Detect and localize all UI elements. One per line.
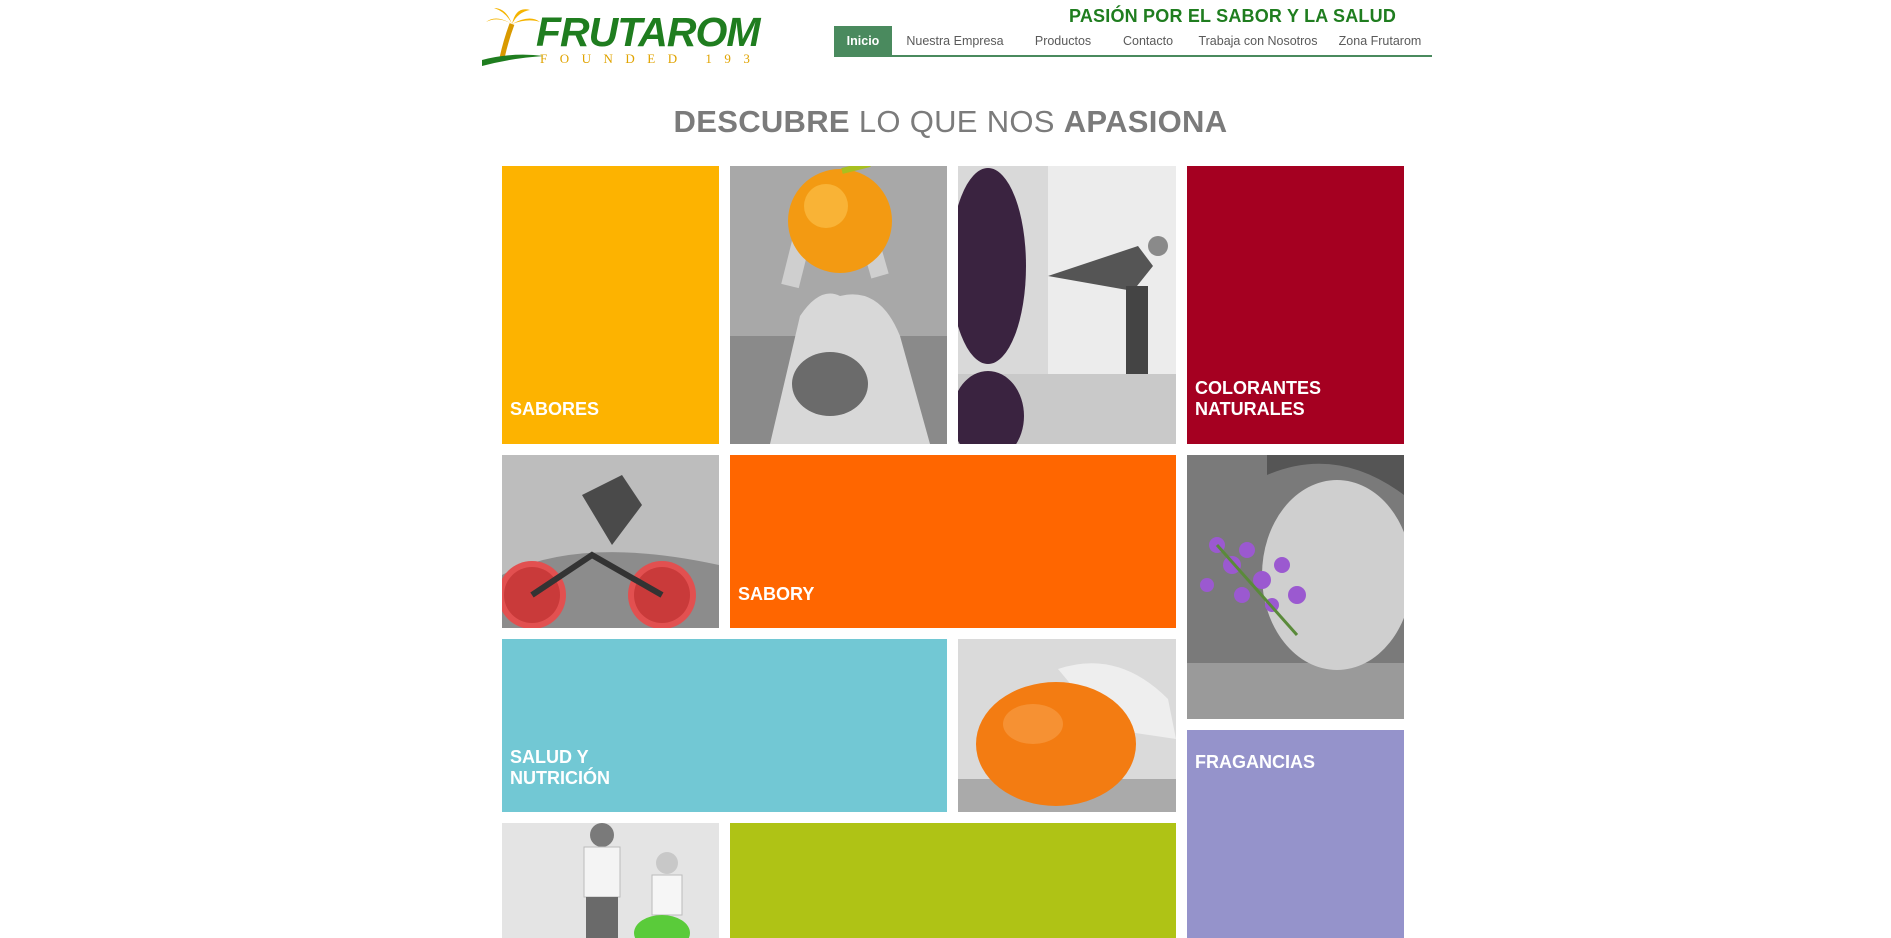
tile-colorantes-naturales[interactable]: COLORANTES NATURALES xyxy=(1187,166,1404,444)
tile-green[interactable] xyxy=(730,823,1176,938)
tile-sabores[interactable]: SABORES xyxy=(502,166,719,444)
photo-orange-basketball[interactable] xyxy=(730,166,947,444)
headline-part3: APASIONA xyxy=(1063,104,1228,139)
mountain-bike-image xyxy=(502,455,719,628)
tile-colorantes-line2: NATURALES xyxy=(1195,399,1305,419)
logo-wordmark: FRUTAROM xyxy=(536,9,761,55)
headline-part2: LO QUE NOS xyxy=(858,104,1055,139)
nav-item-zona-frutarom[interactable]: Zona Frutarom xyxy=(1328,26,1432,55)
frutarom-logo[interactable]: FRUTAROM FOUNDED 1933 xyxy=(482,6,762,68)
photo-kids-ball[interactable] xyxy=(502,823,719,938)
tile-salud-line2: NUTRICIÓN xyxy=(510,768,610,788)
tile-salud-line1: SALUD Y xyxy=(510,747,589,767)
tile-fragancias-label: FRAGANCIAS xyxy=(1195,752,1315,772)
tile-sabory-label: SABORY xyxy=(738,584,815,604)
site-tagline: PASIÓN POR EL SABOR Y LA SALUD xyxy=(1068,6,1397,26)
tile-sabory[interactable]: SABORY xyxy=(730,455,1176,628)
tile-salud-nutricion[interactable]: SALUD Y NUTRICIÓN xyxy=(502,639,947,812)
photo-mountain-bike[interactable] xyxy=(502,455,719,628)
nav-item-inicio[interactable]: Inicio xyxy=(834,26,892,55)
nav-item-nuestra-empresa[interactable]: Nuestra Empresa xyxy=(892,26,1018,55)
photo-giant-orange[interactable] xyxy=(958,639,1176,812)
girl-lavender-image xyxy=(1187,455,1404,719)
orange-basketball-image xyxy=(730,166,947,444)
logo-founded: FOUNDED 1933 xyxy=(540,51,762,66)
tile-salud-label: SALUD Y NUTRICIÓN xyxy=(510,747,610,789)
tile-fragancias[interactable]: FRAGANCIAS xyxy=(1187,730,1404,938)
tile-sabores-label: SABORES xyxy=(510,399,600,419)
main-nav: Inicio Nuestra Empresa Productos Contact… xyxy=(834,26,1432,57)
nav-item-trabaja[interactable]: Trabaja con Nosotros xyxy=(1188,26,1328,55)
page-headline: DESCUBRE LO QUE NOS APASIONA xyxy=(0,104,1891,140)
purple-corn-image xyxy=(958,166,1176,444)
photo-girl-lavender[interactable] xyxy=(1187,455,1404,719)
tile-colorantes-line1: COLORANTES xyxy=(1195,378,1321,398)
palm-tree-icon xyxy=(482,8,544,66)
kids-ball-image xyxy=(502,823,719,938)
giant-orange-image xyxy=(958,639,1176,812)
nav-item-productos[interactable]: Productos xyxy=(1018,26,1108,55)
photo-purple-corn-kick[interactable] xyxy=(958,166,1176,444)
headline-part1: DESCUBRE xyxy=(673,104,850,139)
tile-colorantes-label: COLORANTES NATURALES xyxy=(1195,378,1321,420)
nav-item-contacto[interactable]: Contacto xyxy=(1108,26,1188,55)
